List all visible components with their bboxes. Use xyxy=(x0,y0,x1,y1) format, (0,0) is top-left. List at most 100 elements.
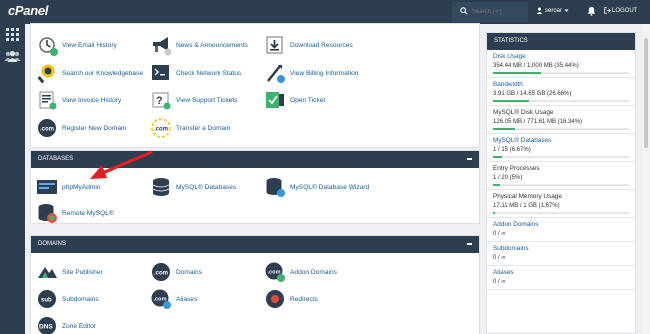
svg-text:.com: .com xyxy=(268,270,281,276)
stat-name[interactable]: Disk Usage xyxy=(493,53,629,60)
stat-row[interactable]: Subdomains 0 / ∞ xyxy=(487,242,635,266)
open-ticket-icon xyxy=(264,89,286,111)
stat-progress-bar xyxy=(493,100,629,102)
stat-value: 1 / 15 (6.67%) xyxy=(493,147,531,153)
domains-link[interactable]: .com Domains xyxy=(150,261,202,283)
redirects-link[interactable]: Redirects xyxy=(264,288,318,310)
stat-value: 354.44 MB / 1,000 MB (35.44%) xyxy=(493,63,579,69)
stat-row: MySQL® Disk Usage 126.05 MB / 771.61 MB (… xyxy=(487,106,635,134)
stat-name[interactable]: Subdomains xyxy=(493,245,629,252)
svg-text:.com: .com xyxy=(154,127,168,133)
stat-progress-bar xyxy=(493,156,629,158)
subdomains-link[interactable]: sub Subdomains xyxy=(36,288,99,310)
search-input[interactable] xyxy=(472,7,524,17)
svg-text:.com: .com xyxy=(154,297,167,303)
stat-progress-fill xyxy=(493,184,500,186)
left-sidebar xyxy=(0,24,25,334)
stat-progress-fill xyxy=(493,156,503,158)
logout-button[interactable]: LOGOUT xyxy=(604,7,637,14)
view-invoice-history-link[interactable]: View Invoice History xyxy=(36,89,121,111)
aliases-icon: .com xyxy=(150,288,172,310)
mysql-wizard-icon xyxy=(264,176,286,198)
collapse-domains-icon[interactable] xyxy=(467,243,472,245)
view-email-history-link[interactable]: View Email History xyxy=(36,34,117,56)
register-new-domain-link[interactable]: .com Register New Domain xyxy=(36,117,126,139)
stat-name: Physical Memory Usage xyxy=(493,193,562,200)
news-announcements-label: News & Announcements xyxy=(176,41,248,49)
user-icon xyxy=(536,7,543,14)
users-icon[interactable] xyxy=(4,51,21,62)
view-support-tickets-link[interactable]: ? View Support Tickets xyxy=(150,89,237,111)
mysql-databases-link[interactable]: MySQL® Databases xyxy=(150,176,236,198)
svg-text:.com: .com xyxy=(154,271,168,277)
invoice-icon xyxy=(36,89,58,111)
redirects-icon xyxy=(264,288,286,310)
remote-mysql-link[interactable]: Remote MySQL® xyxy=(36,202,114,224)
stat-row[interactable]: Bandwidth 3.91 GB / 14.65 GB (26.66%) xyxy=(487,78,635,106)
search-box[interactable] xyxy=(452,2,528,22)
annotation-arrow-icon xyxy=(90,150,153,179)
stat-name[interactable]: MySQL® Databases xyxy=(493,137,629,144)
addon-domains-link[interactable]: .com Addon Domains xyxy=(264,261,337,283)
stat-row: Physical Memory Usage 17.11 MB / 1 GB (1.… xyxy=(487,190,635,218)
check-network-status-label: Check Network Status xyxy=(176,69,242,77)
stat-row: Entry Processes 1 / 20 (5%) xyxy=(487,162,635,190)
stat-progress-bar xyxy=(493,184,629,186)
notifications-bell-icon[interactable] xyxy=(587,6,596,16)
grid-icon[interactable] xyxy=(6,28,19,41)
domains-header[interactable]: DOMAINS xyxy=(31,236,479,253)
phpmyadmin-label: phpMyAdmin xyxy=(62,183,101,191)
remote-mysql-icon xyxy=(36,202,58,224)
view-invoice-history-label: View Invoice History xyxy=(62,96,122,104)
search-knowledgebase-link[interactable]: Search our Knowledgebase xyxy=(36,62,143,84)
stat-row[interactable]: Disk Usage 354.44 MB / 1,000 MB (35.44%) xyxy=(487,50,635,78)
open-ticket-link[interactable]: Open Ticket xyxy=(264,89,325,111)
stat-progress-fill xyxy=(493,128,516,130)
transfer-domain-link[interactable]: .com Transfer a Domain xyxy=(150,117,230,139)
check-network-status-link[interactable]: Check Network Status xyxy=(150,62,241,84)
news-announcements-link[interactable]: News & Announcements xyxy=(150,34,248,56)
page-scrollbar[interactable] xyxy=(642,24,650,334)
caret-down-icon xyxy=(564,9,569,12)
svg-text:?: ? xyxy=(156,95,163,107)
stat-progress-bar xyxy=(493,72,629,74)
domains-panel: DOMAINS Site Publisher .com Domains .com… xyxy=(30,235,480,334)
open-ticket-label: Open Ticket xyxy=(290,96,326,104)
mysql-database-wizard-link[interactable]: MySQL® Database Wizard xyxy=(264,176,369,198)
stat-name[interactable]: Aliases xyxy=(493,269,629,276)
addon-domains-label: Addon Domains xyxy=(290,268,337,276)
download-resources-link[interactable]: Download Resources xyxy=(264,34,353,56)
download-icon xyxy=(264,34,286,56)
stat-value: 1 / 20 (5%) xyxy=(493,175,523,181)
aliases-label: Aliases xyxy=(176,295,198,303)
stat-value: 0 / ∞ xyxy=(493,231,506,237)
mysql-database-wizard-label: MySQL® Database Wizard xyxy=(290,183,370,191)
megaphone-icon xyxy=(150,34,172,56)
view-billing-info-link[interactable]: View Billing Information xyxy=(264,62,358,84)
mysql-databases-label: MySQL® Databases xyxy=(176,183,237,191)
stat-row[interactable]: Addon Domains 0 / ∞ xyxy=(487,218,635,242)
stat-name[interactable]: Bandwidth xyxy=(493,81,629,88)
phpmyadmin-icon xyxy=(36,176,58,198)
domains-label: Domains xyxy=(176,268,203,276)
stat-name[interactable]: Addon Domains xyxy=(493,221,629,228)
stat-value: 0 / ∞ xyxy=(493,279,506,285)
cpanel-logo[interactable]: cPanel xyxy=(8,3,48,18)
network-status-icon xyxy=(150,62,172,84)
zone-editor-label: Zone Editor xyxy=(62,322,97,330)
stat-row[interactable]: Aliases 0 / ∞ xyxy=(487,266,635,290)
svg-text:sub: sub xyxy=(41,298,52,304)
search-icon xyxy=(460,7,468,15)
site-publisher-label: Site Publisher xyxy=(62,268,103,276)
collapse-databases-icon[interactable] xyxy=(467,158,472,160)
zone-editor-link[interactable]: DNS Zone Editor xyxy=(36,315,96,334)
stat-progress-fill xyxy=(493,100,530,102)
site-publisher-link[interactable]: Site Publisher xyxy=(36,261,103,283)
user-menu-button[interactable]: seroar xyxy=(536,7,569,14)
scrollbar-thumb[interactable] xyxy=(644,38,648,148)
stat-value: 126.05 MB / 771.61 MB (16.34%) xyxy=(493,119,583,125)
site-publisher-icon xyxy=(36,261,58,283)
download-resources-label: Download Resources xyxy=(290,41,353,49)
aliases-link[interactable]: .com Aliases xyxy=(150,288,197,310)
stat-row[interactable]: MySQL® Databases 1 / 15 (6.67%) xyxy=(487,134,635,162)
